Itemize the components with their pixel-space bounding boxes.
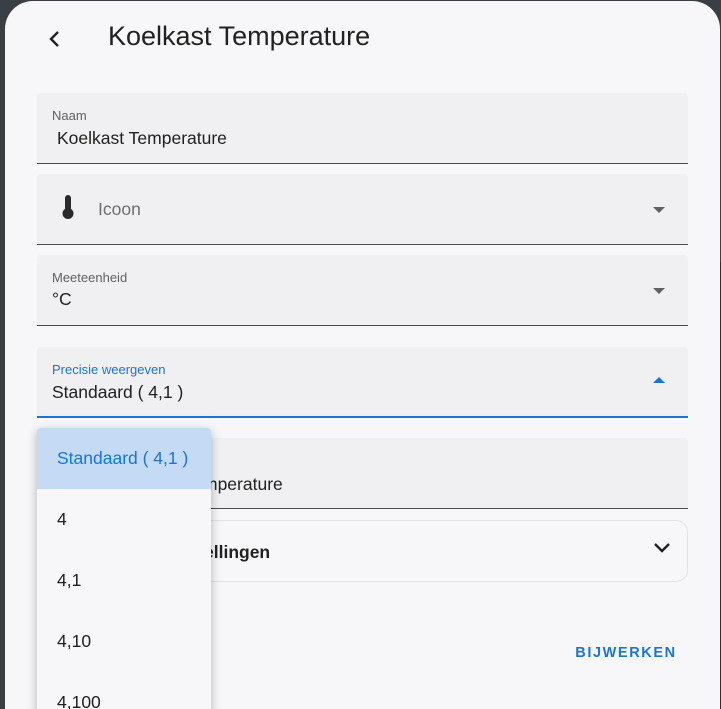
precision-option[interactable]: 4 [37, 489, 211, 550]
unit-select[interactable]: Meeteenheid °C [37, 255, 688, 326]
icon-picker[interactable]: Icoon [37, 174, 688, 245]
caret-down-icon [653, 288, 665, 294]
precision-select[interactable]: Precisie weergeven Standaard ( 4,1 ) [37, 347, 688, 418]
entity-id-field-value: mperature [203, 474, 283, 494]
back-button[interactable] [39, 23, 71, 55]
precision-select-value: Standaard ( 4,1 ) [52, 382, 184, 402]
precision-option[interactable]: Standaard ( 4,1 ) [37, 428, 211, 489]
entity-settings-dialog: Koelkast Temperature Naam Koelkast Tempe… [5, 1, 720, 709]
caret-up-icon [653, 377, 665, 383]
icon-picker-placeholder: Icoon [98, 199, 141, 219]
dialog-title: Koelkast Temperature [108, 21, 371, 51]
precision-dropdown-menu: Standaard ( 4,1 ) 4 4,1 4,10 4,100 [37, 428, 211, 709]
caret-down-icon [653, 207, 665, 213]
unit-select-label: Meeteenheid [52, 270, 128, 285]
chevron-left-icon [49, 31, 59, 47]
name-field[interactable]: Naam Koelkast Temperature [37, 93, 688, 164]
name-field-label: Naam [52, 108, 87, 123]
unit-select-value: °C [52, 289, 72, 309]
thermometer-icon [61, 194, 75, 225]
name-field-value: Koelkast Temperature [57, 128, 227, 148]
precision-option[interactable]: 4,1 [37, 550, 211, 611]
precision-select-label: Precisie weergeven [52, 362, 166, 377]
chevron-down-icon [653, 541, 671, 559]
precision-option[interactable]: 4,10 [37, 611, 211, 672]
precision-option[interactable]: 4,100 [37, 672, 211, 709]
update-button[interactable]: BIJWERKEN [571, 637, 681, 669]
advanced-settings-label: ellingen [204, 542, 271, 562]
